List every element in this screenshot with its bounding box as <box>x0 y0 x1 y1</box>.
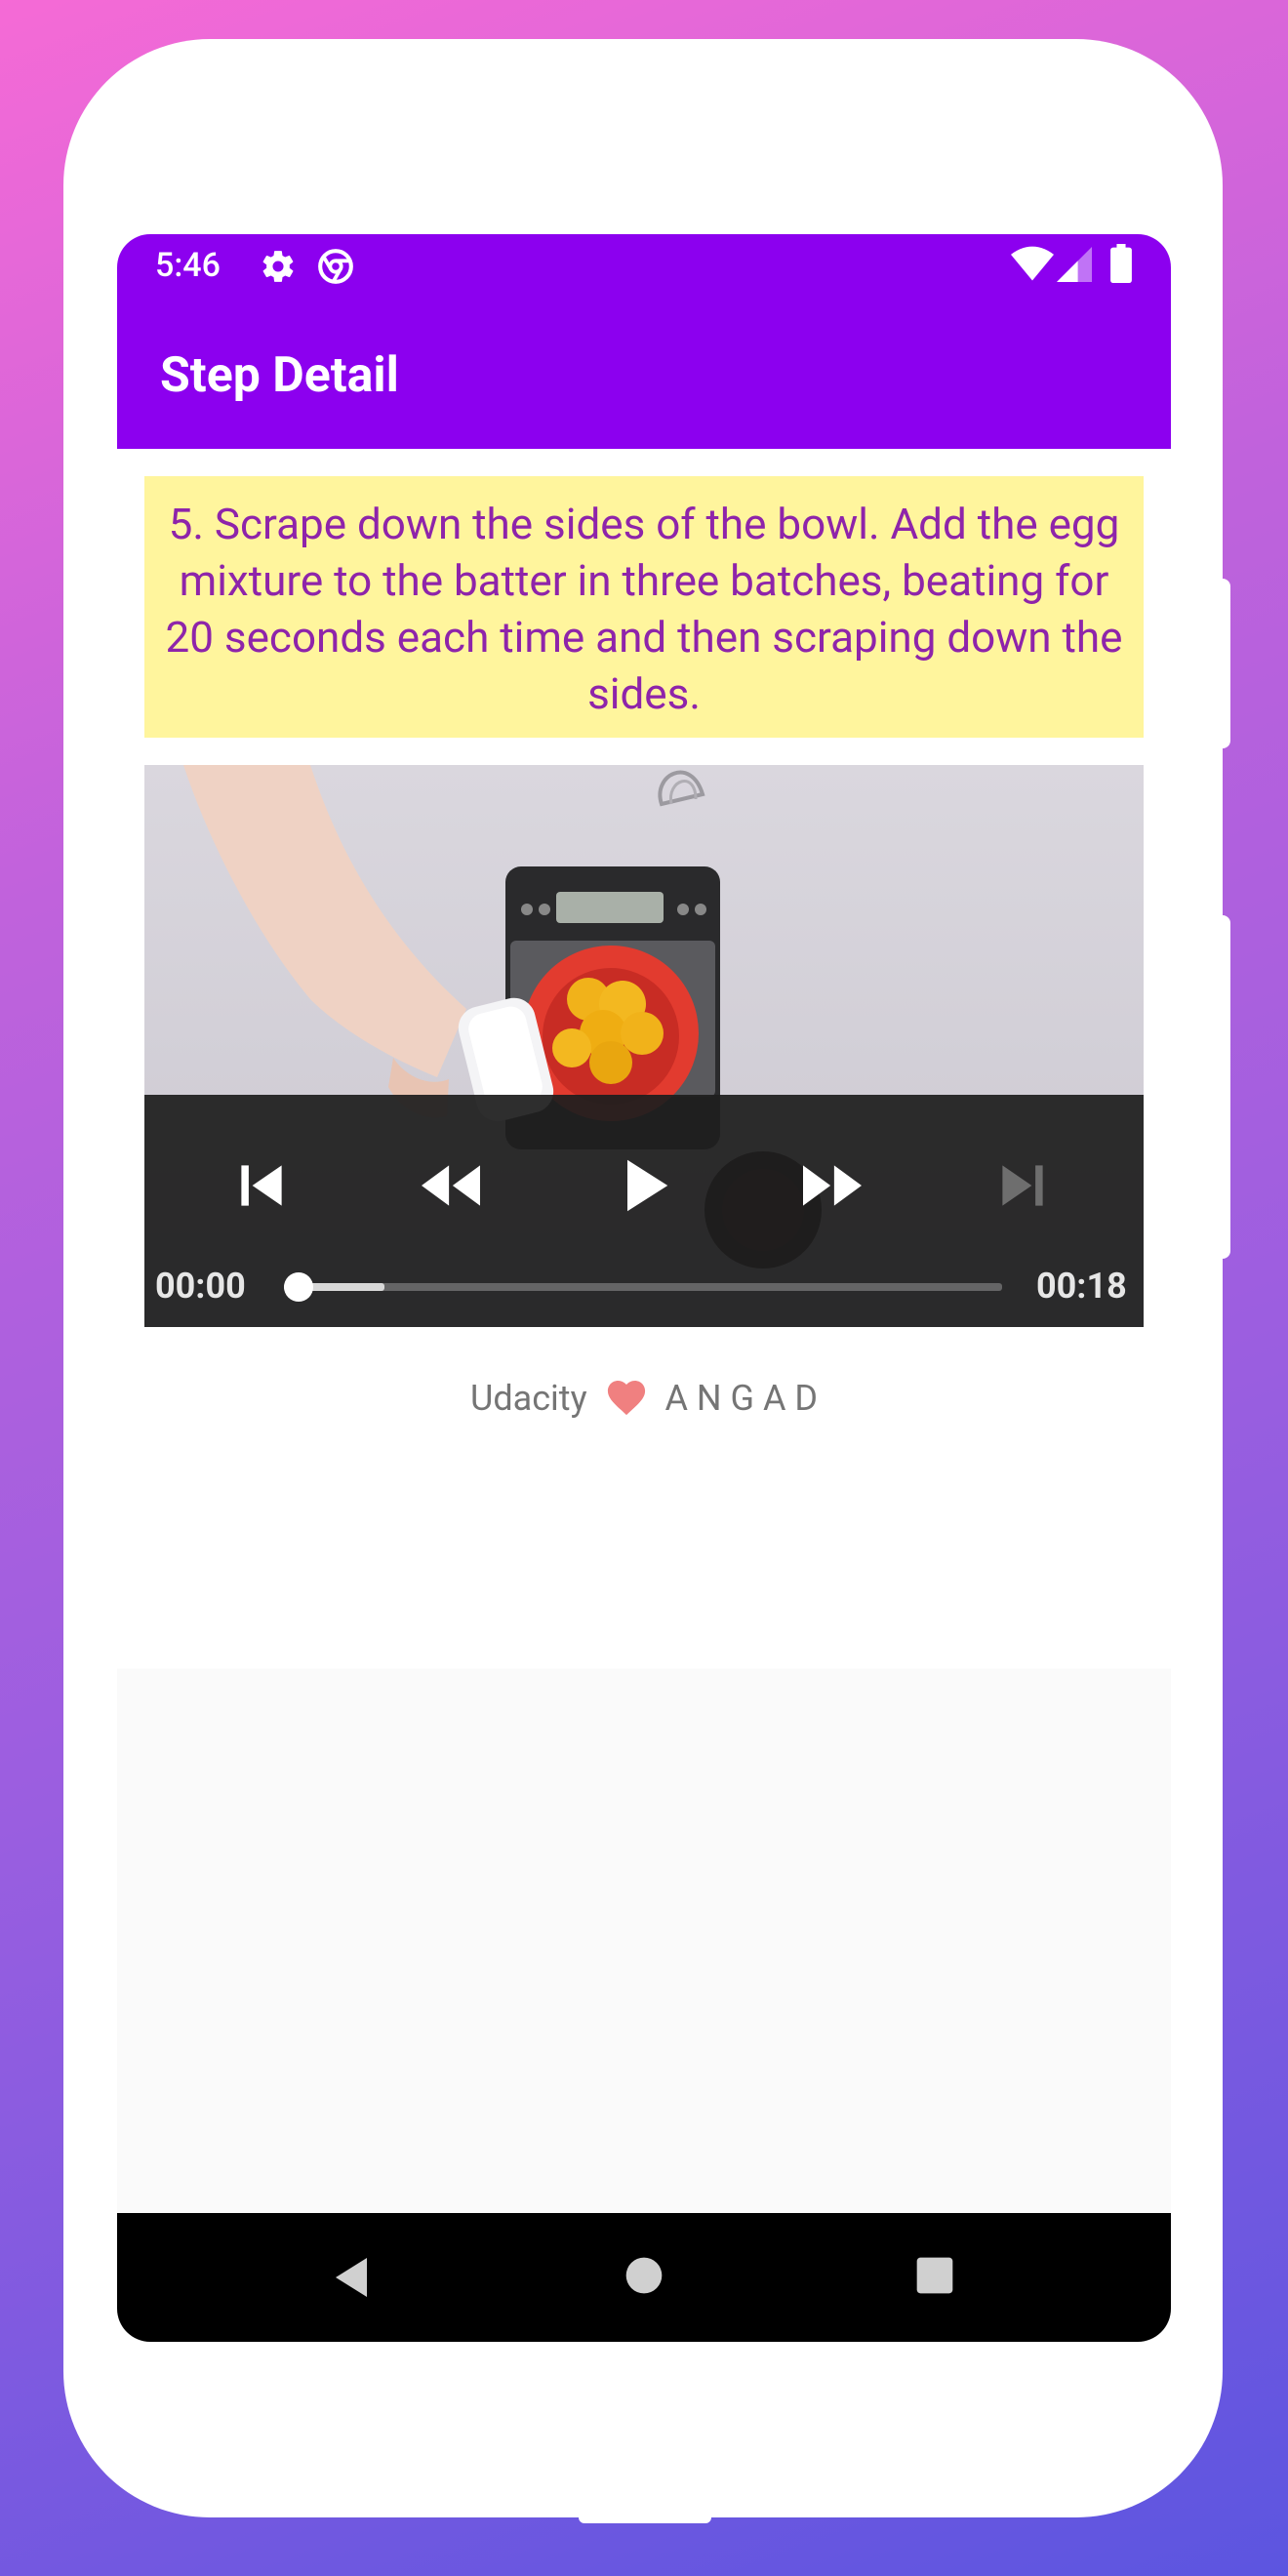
page-title: Step Detail <box>160 347 399 404</box>
phone-side-button-bottom <box>1219 915 1230 1259</box>
video-player[interactable]: 00:00 00:18 <box>144 765 1144 1327</box>
play-icon[interactable] <box>598 1142 686 1229</box>
phone-bottom-notch <box>579 2516 711 2523</box>
heart-icon <box>604 1376 649 1426</box>
device-screen: 5:46 Step Detail 5. Scrape down the side… <box>117 234 1171 2342</box>
recents-icon[interactable] <box>913 2254 956 2297</box>
app-bar: Step Detail <box>117 299 1171 449</box>
status-time: 5:46 <box>155 246 221 285</box>
wifi-icon <box>1011 246 1054 287</box>
duration-time: 00:18 <box>1036 1266 1127 1307</box>
status-bar: 5:46 <box>117 234 1171 299</box>
current-time: 00:00 <box>155 1266 246 1307</box>
previous-icon[interactable] <box>218 1142 305 1229</box>
battery-icon <box>1110 244 1132 287</box>
seek-thumb[interactable] <box>284 1272 313 1302</box>
chrome-icon <box>317 248 354 289</box>
back-icon[interactable] <box>330 2254 377 2301</box>
signal-icon <box>1057 246 1092 287</box>
next-icon[interactable] <box>979 1142 1067 1229</box>
credit-name: A N G A D <box>664 1378 819 1420</box>
rewind-icon[interactable] <box>407 1142 495 1229</box>
fast-forward-icon[interactable] <box>788 1142 876 1229</box>
step-description: 5. Scrape down the sides of the bowl. Ad… <box>144 476 1144 738</box>
credit-prefix: Udacity <box>469 1378 587 1420</box>
phone-side-button-top <box>1219 579 1230 748</box>
credit-text: Udacity A N G A D <box>117 1376 1171 1426</box>
home-icon[interactable] <box>623 2254 665 2297</box>
settings-icon <box>260 248 297 289</box>
player-controls: 00:00 00:18 <box>144 1095 1144 1327</box>
seek-bar[interactable] <box>284 1283 1002 1291</box>
navigation-bar <box>117 2213 1171 2342</box>
